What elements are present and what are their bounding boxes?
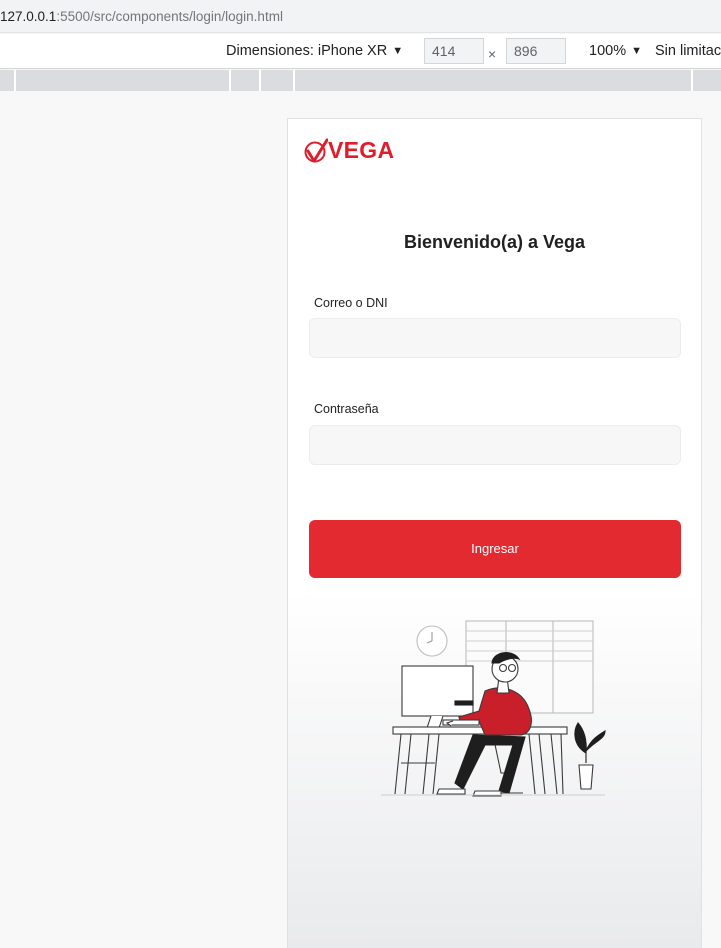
password-field[interactable] bbox=[309, 425, 681, 465]
office-worker-illustration bbox=[381, 620, 606, 797]
device-selector[interactable]: Dimensiones: iPhone XR ▼ bbox=[226, 43, 403, 59]
ruler-divider bbox=[229, 70, 231, 91]
times-icon: × bbox=[488, 46, 497, 62]
zoom-label: 100% bbox=[589, 43, 627, 59]
chevron-down-icon: ▼ bbox=[631, 45, 642, 57]
url-text[interactable]: 127.0.0.1:5500/src/components/login/logi… bbox=[0, 9, 283, 24]
zoom-selector[interactable]: 100% ▼ bbox=[589, 43, 642, 59]
page-title: Bienvenido(a) a Vega bbox=[403, 232, 586, 252]
ruler-divider bbox=[293, 70, 295, 91]
device-toolbar: Dimensiones: iPhone XR ▼ 414 × 896 100% ▼ … bbox=[0, 34, 721, 69]
chevron-down-icon: ▼ bbox=[392, 45, 404, 57]
device-viewport: VEGA Bienvenido(a) a Vega Correo o DNI C… bbox=[287, 118, 702, 948]
checkmark-logo-icon bbox=[304, 138, 328, 162]
device-label: Dimensiones: iPhone XR bbox=[226, 43, 388, 59]
email-field[interactable] bbox=[309, 318, 681, 358]
url-path: :5500/src/components/login/login.html bbox=[56, 9, 283, 24]
submit-button[interactable]: Ingresar bbox=[309, 520, 681, 578]
ruler-divider bbox=[691, 70, 693, 91]
email-label: Correo o DNI bbox=[314, 296, 388, 310]
vega-logo: VEGA bbox=[304, 137, 394, 164]
width-input[interactable]: 414 bbox=[424, 38, 484, 64]
ruler-divider bbox=[14, 70, 16, 91]
media-query-bar bbox=[0, 70, 721, 91]
ruler-divider bbox=[259, 70, 261, 91]
password-label: Contraseña bbox=[314, 402, 379, 416]
height-input[interactable]: 896 bbox=[506, 38, 566, 64]
address-bar[interactable]: 127.0.0.1:5500/src/components/login/logi… bbox=[0, 0, 721, 33]
url-host: 127.0.0.1 bbox=[0, 9, 57, 24]
logo-text: VEGA bbox=[328, 137, 395, 163]
throttle-selector[interactable]: Sin limitac bbox=[655, 43, 721, 59]
